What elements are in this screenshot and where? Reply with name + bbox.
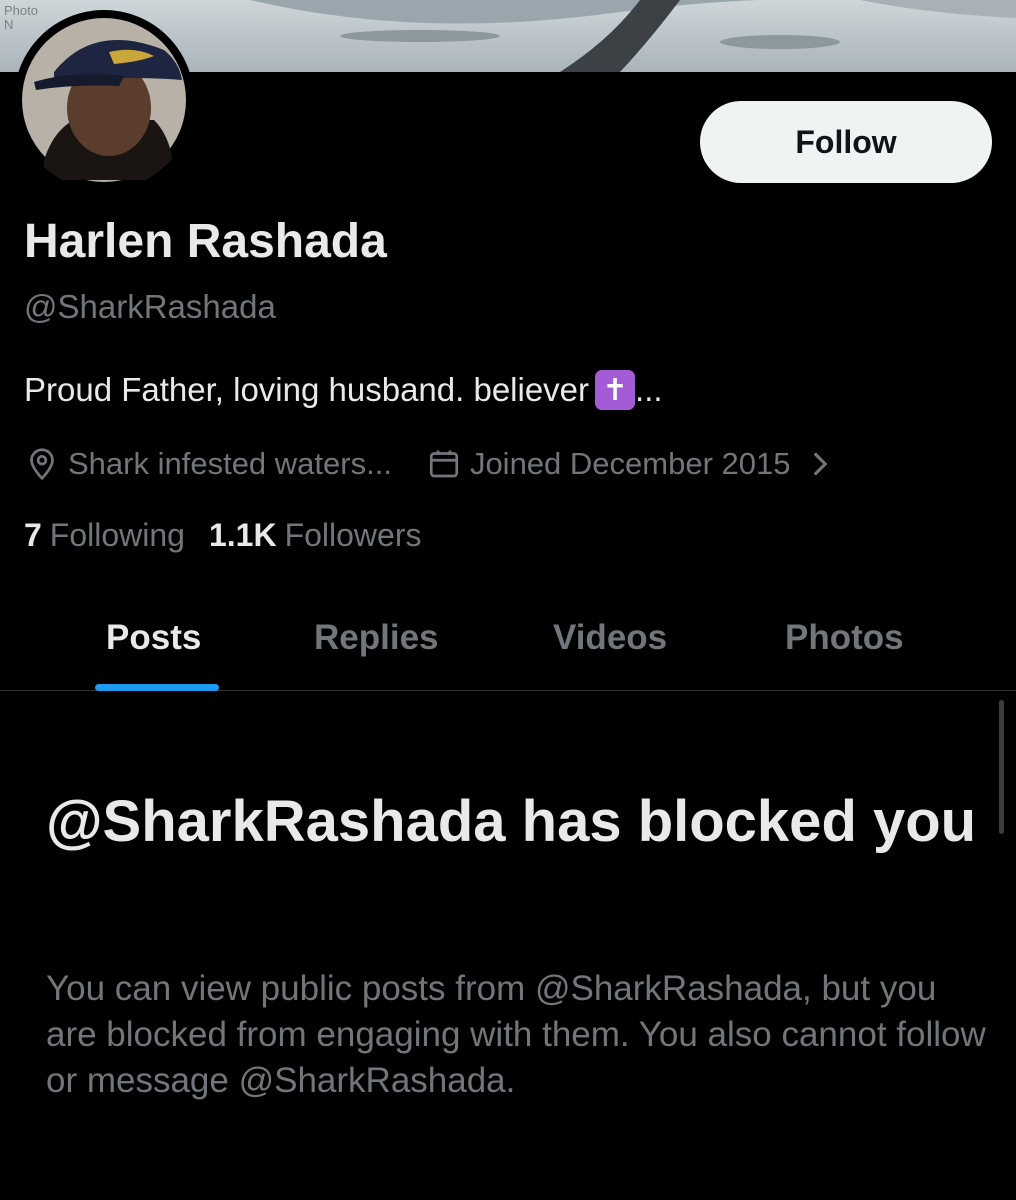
- profile-location: Shark infested waters...: [24, 446, 392, 482]
- following-label: Following: [49, 517, 185, 553]
- location-text: Shark infested waters...: [68, 446, 392, 481]
- blocked-title: @SharkRashada has blocked you: [46, 789, 977, 854]
- avatar-image: [14, 10, 194, 190]
- profile-display-name: Harlen Rashada: [24, 215, 387, 268]
- tab-posts[interactable]: Posts: [106, 586, 201, 690]
- profile-meta: Shark infested waters... Joined December…: [24, 444, 830, 484]
- tab-replies[interactable]: Replies: [314, 586, 439, 690]
- following-link[interactable]: 7 Following: [24, 517, 185, 554]
- chevron-right-icon: [814, 452, 828, 476]
- follow-button[interactable]: Follow: [700, 101, 992, 183]
- scrollbar[interactable]: [999, 700, 1004, 834]
- profile-joined[interactable]: Joined December 2015: [426, 446, 831, 482]
- bio-text: Proud Father, loving husband. believer: [24, 371, 590, 408]
- calendar-icon: [429, 450, 459, 478]
- tab-photos[interactable]: Photos: [785, 586, 904, 690]
- bio-ellipsis: ...: [635, 371, 663, 408]
- active-tab-indicator: [95, 684, 219, 691]
- cross-emoji-icon: ✝: [595, 370, 636, 410]
- profile-stats: 7 Following 1.1K Followers: [24, 517, 421, 554]
- joined-text: Joined December 2015: [469, 446, 791, 481]
- followers-link[interactable]: 1.1K Followers: [209, 517, 422, 554]
- profile-bio: Proud Father, loving husband. believer ✝…: [24, 370, 663, 410]
- tab-videos[interactable]: Videos: [553, 586, 667, 690]
- following-count: 7: [24, 517, 42, 553]
- blocked-body: You can view public posts from @SharkRas…: [46, 969, 986, 1100]
- photo-credit: Photo N: [4, 3, 38, 32]
- profile-tabs: Posts Replies Videos Photos: [0, 586, 1016, 691]
- profile-handle: @SharkRashada: [24, 288, 276, 325]
- followers-label: Followers: [284, 517, 422, 553]
- profile-avatar[interactable]: [14, 10, 194, 190]
- location-pin-icon: [30, 448, 54, 481]
- followers-count: 1.1K: [208, 517, 277, 553]
